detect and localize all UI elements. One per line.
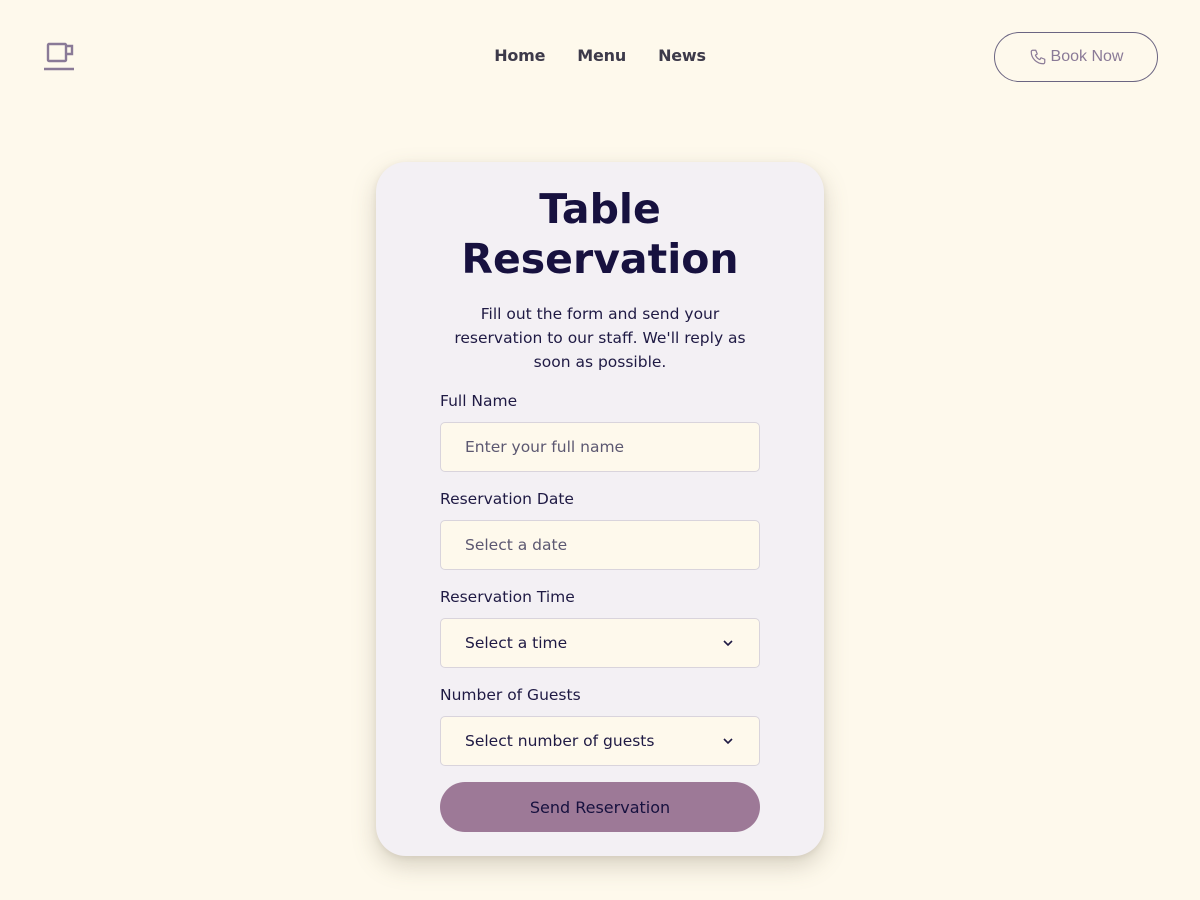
guests-select[interactable]: Select number of guests — [440, 716, 760, 766]
reservation-time-value: Select a time — [465, 634, 568, 652]
reservation-time-label: Reservation Time — [440, 588, 575, 606]
reservation-date-field — [440, 520, 760, 570]
chevron-down-icon — [723, 640, 733, 647]
form-description: Fill out the form and send your reservat… — [454, 305, 746, 371]
title-line-2: Reservation — [461, 235, 739, 283]
site-header: Home Menu News Book Now — [0, 0, 1200, 112]
full-name-input[interactable] — [465, 438, 759, 456]
guests-label: Number of Guests — [440, 686, 581, 704]
send-reservation-button[interactable]: Send Reservation — [440, 782, 760, 832]
phone-icon — [1030, 49, 1045, 65]
nav-link-home[interactable]: Home — [494, 46, 545, 66]
reservation-time-select[interactable]: Select a time — [440, 618, 760, 668]
chevron-down-icon — [723, 738, 733, 745]
full-name-field — [440, 422, 760, 472]
nav-link-news[interactable]: News — [658, 46, 706, 66]
book-now-label: Book Now — [1050, 48, 1124, 65]
guests-value: Select number of guests — [465, 732, 655, 750]
nav-link-menu[interactable]: Menu — [577, 46, 626, 66]
reservation-date-input[interactable] — [465, 536, 759, 554]
reservation-date-label: Reservation Date — [440, 490, 574, 508]
full-name-label: Full Name — [440, 392, 518, 410]
book-now-button[interactable]: Book Now — [994, 32, 1158, 82]
reservation-card: Table Reservation Fill out the form and … — [376, 162, 824, 856]
title-line-1: Table — [539, 185, 661, 233]
page-title: Table Reservation — [376, 184, 824, 284]
